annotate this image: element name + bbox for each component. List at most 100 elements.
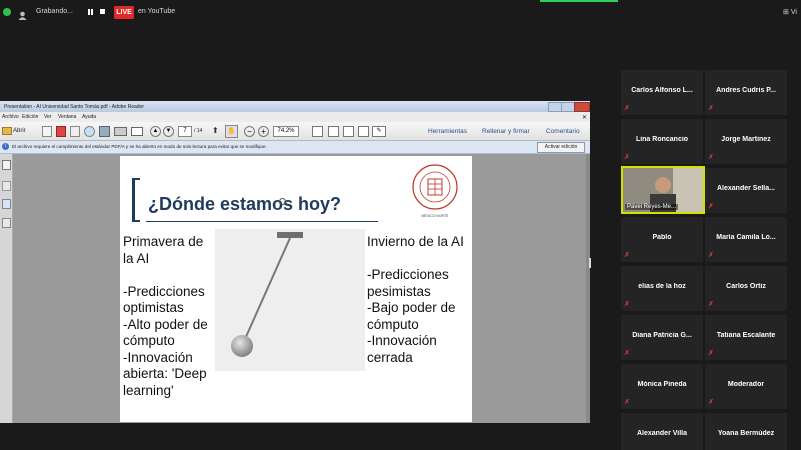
spring-ai-text: Primavera de la AI -Predicciones optimis… [123, 234, 208, 398]
zoom-out-icon[interactable]: − [244, 126, 255, 137]
participant-video-tile[interactable]: Pavel Reyes-Me... [621, 166, 705, 214]
participant-tile[interactable]: María Camila Lo... ✗ [705, 217, 787, 262]
participant-name: Tatiana Escalante [716, 332, 776, 339]
muted-mic-icon: ✗ [708, 105, 714, 112]
zoom-level-select[interactable]: 74,2% [273, 126, 299, 137]
next-page-icon[interactable]: ▼ [163, 126, 174, 137]
close-button[interactable] [574, 102, 590, 112]
participant-name: Pablo [652, 234, 672, 241]
title-rule [146, 221, 378, 222]
participant-tile[interactable]: Andres Cudris P... ✗ [705, 70, 787, 115]
attachments-icon[interactable] [2, 199, 11, 209]
participant-name: Alexander Villa [636, 430, 688, 437]
participant-tile[interactable]: Lina Roncancio ✗ [621, 119, 703, 164]
participant-name: Andres Cudris P... [716, 87, 776, 94]
muted-mic-icon: ✗ [708, 154, 714, 161]
participant-tile[interactable]: Pablo ✗ [621, 217, 703, 262]
reader-menu-bar: Archivo Edición Ver Ventana Ayuda ✕ [0, 112, 590, 122]
navigation-pane [0, 154, 13, 423]
print-icon[interactable] [114, 127, 127, 136]
full-screen-icon[interactable] [343, 126, 354, 137]
tools-button[interactable]: Herramientas [428, 128, 467, 135]
university-logo: MÉXICO NORTE [408, 162, 462, 220]
meeting-top-bar: Grabando... LIVE en YouTube ⊞ Vi [0, 0, 801, 26]
participant-tile[interactable]: Jorge Martinez ✗ [705, 119, 787, 164]
participant-name: Carlos Ortiz [726, 283, 766, 290]
previous-page-icon[interactable]: ▲ [150, 126, 161, 137]
reader-toolbar: Abrir ▲ ▼ 7 / 14 ⬆ ✋ − + 74,2% ✎ Herrami… [0, 122, 590, 141]
participant-name: Mónica Pineda [637, 381, 687, 388]
participant-tile[interactable]: Alexander Sella... ✗ [705, 168, 787, 213]
close-doc-icon[interactable]: ✕ [582, 114, 587, 121]
menu-view[interactable]: Ver [44, 114, 52, 120]
fill-sign-button[interactable]: Rellenar y firmar [482, 128, 530, 135]
active-indicator [540, 0, 618, 2]
slide-title: ¿Dónde estamos hoy? [148, 194, 342, 214]
participant-name: Moderador [727, 381, 765, 388]
title-bracket [132, 178, 140, 222]
participant-tile[interactable]: Mónica Pineda ✗ [621, 364, 703, 409]
sign-tool-icon[interactable]: ✎ [372, 126, 386, 137]
menu-help[interactable]: Ayuda [82, 114, 96, 120]
fit-width-icon[interactable] [328, 126, 339, 137]
email-icon[interactable] [131, 127, 143, 136]
winter-ai-text: Invierno de la AI -Predicciones pesimist… [367, 234, 464, 365]
participant-tile[interactable]: Carlos Alfonso L... ✗ [621, 70, 703, 115]
muted-mic-icon: ✗ [708, 399, 714, 406]
save-icon[interactable] [99, 126, 110, 137]
participant-name: Pavel Reyes-Me... [625, 204, 679, 210]
view-options-button[interactable]: ⊞ Vi [783, 8, 797, 16]
share-icon[interactable] [84, 126, 95, 137]
layers-icon[interactable] [2, 218, 11, 228]
info-icon: i [2, 143, 9, 150]
participant-name: Alexander Sella... [717, 185, 775, 192]
participant-name: Carlos Alfonso L... [631, 87, 693, 94]
open-folder-icon[interactable] [2, 127, 12, 135]
fit-page-icon[interactable] [312, 126, 323, 137]
shield-icon[interactable] [3, 8, 11, 16]
account-icon[interactable] [18, 7, 27, 20]
menu-window[interactable]: Ventana [58, 114, 76, 120]
enable-edit-button[interactable]: Activar edición [537, 142, 585, 153]
page-total: / 14 [194, 128, 203, 134]
participant-tile[interactable]: Moderador ✗ [705, 364, 787, 409]
participant-tile[interactable]: Yoana Bermúdez [705, 413, 787, 450]
bookmarks-icon[interactable] [2, 181, 11, 191]
convert-icon[interactable] [56, 126, 66, 137]
minimize-button[interactable] [548, 102, 562, 112]
participant-tile[interactable]: Diana Patricia G... ✗ [621, 315, 703, 360]
pause-recording-icon[interactable] [88, 9, 93, 15]
create-pdf-icon[interactable] [42, 126, 52, 137]
hand-tool-icon[interactable]: ✋ [225, 125, 238, 138]
participant-tile[interactable]: Tatiana Escalante ✗ [705, 315, 787, 360]
comment-button[interactable]: Comentario [546, 128, 580, 135]
participant-name: Diana Patricia G... [632, 332, 692, 339]
participant-tile[interactable]: Alexander Villa [621, 413, 703, 450]
vertical-scrollbar[interactable] [586, 154, 590, 423]
zoom-in-icon[interactable]: + [258, 126, 269, 137]
grid-icon: ⊞ [783, 9, 789, 16]
muted-mic-icon: ✗ [624, 350, 630, 357]
menu-file[interactable]: Archivo [2, 114, 19, 120]
page-thumbnails-icon[interactable] [2, 160, 11, 170]
muted-mic-icon: ✗ [624, 154, 630, 161]
edit-icon[interactable] [70, 126, 80, 137]
maximize-button[interactable] [561, 102, 575, 112]
resize-handle[interactable] [589, 258, 591, 268]
slide-page: ¿Dónde estamos hoy? MÉXICO NORTE Primave… [120, 156, 472, 422]
page-number-input[interactable]: 7 [178, 126, 192, 137]
muted-mic-icon: ✗ [708, 203, 714, 210]
select-tool-icon[interactable]: ⬆ [212, 126, 220, 135]
open-button[interactable]: Abrir [13, 128, 26, 134]
menu-edit[interactable]: Edición [22, 114, 38, 120]
muted-mic-icon: ✗ [708, 350, 714, 357]
comment-tool-icon[interactable] [358, 126, 369, 137]
stop-recording-icon[interactable] [100, 9, 105, 14]
participant-tile[interactable]: Carlos Ortiz ✗ [705, 266, 787, 311]
logo-caption: MÉXICO NORTE [421, 214, 449, 218]
stream-label[interactable]: en YouTube [138, 8, 175, 15]
live-badge: LIVE [114, 6, 134, 19]
mouse-cursor-icon [279, 198, 286, 205]
participant-tile[interactable]: elias de la hoz ✗ [621, 266, 703, 311]
participant-name: elias de la hoz [638, 283, 686, 290]
